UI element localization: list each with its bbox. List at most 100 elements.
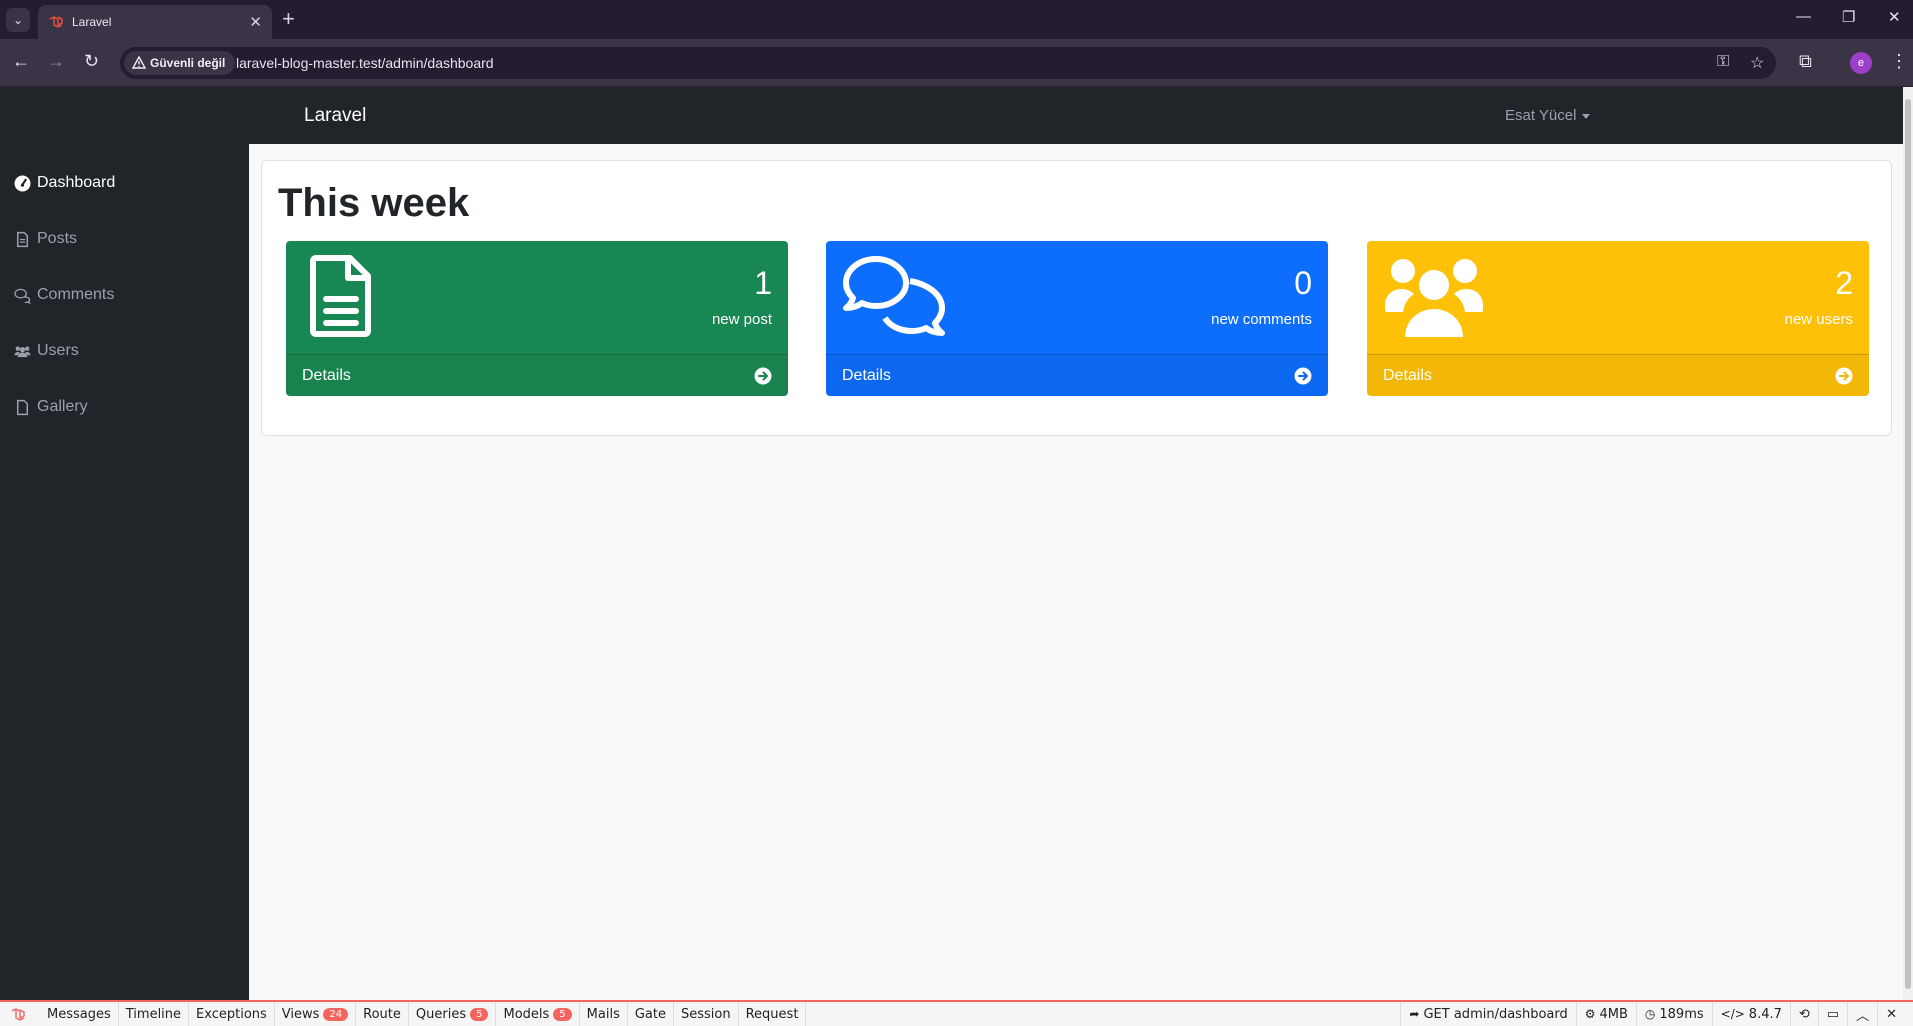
close-icon: ✕ <box>1886 1006 1897 1022</box>
sidebar-item-gallery[interactable]: Gallery <box>14 395 88 419</box>
count-badge: 24 <box>323 1007 349 1021</box>
tab-label: Queries <box>415 1006 467 1022</box>
stat-value: 2 <box>1835 265 1853 301</box>
weekly-stats-card: This week 1 new post Details 0 new comme… <box>261 160 1892 436</box>
browser-menu-icon[interactable]: ⋮ <box>1890 51 1908 72</box>
sidebar-item-label: Comments <box>37 286 115 303</box>
debugbar-tab-exceptions[interactable]: Exceptions <box>189 1002 275 1026</box>
sidebar-item-label: Users <box>37 342 79 359</box>
stat-card-body: 0 new comments <box>826 241 1328 354</box>
sidebar-item-users[interactable]: Users <box>14 339 79 363</box>
arrow-circle-right-icon <box>754 367 772 385</box>
new-tab-button[interactable]: + <box>282 7 295 31</box>
open-folder-button[interactable]: ▭ <box>1817 1002 1847 1026</box>
stat-label: new users <box>1784 311 1853 328</box>
tab-label: Messages <box>47 1006 111 1022</box>
debugbar: Messages Timeline Exceptions Views 24 Rou… <box>0 1000 1913 1026</box>
count-badge: 5 <box>553 1007 572 1021</box>
debugbar-tab-route[interactable]: Route <box>356 1002 409 1026</box>
extensions-puzzle-icon[interactable]: ⧉ <box>1799 51 1812 72</box>
sidebar-item-label: Gallery <box>37 398 88 415</box>
stat-card-body: 2 new users <box>1367 241 1869 354</box>
laravel-favicon-icon <box>49 16 63 28</box>
laravel-logo-icon[interactable] <box>10 1007 28 1023</box>
forward-arrow-icon[interactable]: → <box>47 51 65 72</box>
tab-label: Timeline <box>125 1006 182 1022</box>
debugbar-tab-mails[interactable]: Mails <box>580 1002 628 1026</box>
stat-card-comments: 0 new comments Details <box>826 241 1328 396</box>
stat-label: new comments <box>1211 311 1312 328</box>
debugbar-tab-messages[interactable]: Messages <box>40 1002 119 1026</box>
time-label: 189ms <box>1659 1006 1704 1022</box>
warning-triangle-icon <box>132 56 146 69</box>
profile-avatar[interactable]: e <box>1850 52 1872 74</box>
tab-label: Request <box>745 1006 799 1022</box>
sidebar-item-dashboard[interactable]: Dashboard <box>14 171 115 195</box>
history-icon: ⟲ <box>1798 1006 1810 1022</box>
tab-title: Laravel <box>72 15 112 29</box>
tab-label: Views <box>281 1006 320 1022</box>
stat-label: new post <box>711 311 772 328</box>
stat-card-posts: 1 new post Details <box>286 241 788 396</box>
maximize-button[interactable]: ︿ <box>1847 1002 1877 1026</box>
brand-link[interactable]: Laravel <box>304 105 366 127</box>
restore-icon[interactable]: ❐ <box>1842 8 1855 26</box>
request-indicator[interactable]: ➦ GET admin/dashboard <box>1400 1002 1575 1026</box>
time-indicator: ◷ 189ms <box>1635 1002 1712 1026</box>
tab-label: Gate <box>634 1006 666 1022</box>
debugbar-tab-queries[interactable]: Queries 5 <box>409 1002 497 1026</box>
sidebar-item-posts[interactable]: Posts <box>14 227 77 251</box>
debugbar-tab-models[interactable]: Models 5 <box>496 1002 580 1026</box>
stat-details-link[interactable]: Details <box>1367 354 1869 396</box>
debugbar-close-button[interactable]: ✕ <box>1877 1002 1905 1026</box>
sidebar-item-label: Dashboard <box>37 174 116 191</box>
address-bar[interactable]: Güvenli değil laravel-blog-master.test/a… <box>120 47 1776 79</box>
page-scrollbar[interactable] <box>1903 87 1913 1000</box>
debugbar-tab-timeline[interactable]: Timeline <box>119 1002 190 1026</box>
main-content: This week 1 new post Details 0 new comme… <box>249 144 1903 1000</box>
tab-search-button[interactable]: ⌄ <box>6 8 30 32</box>
comments-icon <box>14 288 31 304</box>
history-button[interactable]: ⟲ <box>1789 1002 1818 1026</box>
comments-icon <box>843 256 945 336</box>
tab-label: Mails <box>586 1006 620 1022</box>
browser-tab-bar: ⌄ Laravel ✕ + — ❐ ✕ <box>0 0 1913 39</box>
window-close-icon[interactable]: ✕ <box>1888 8 1901 26</box>
arrow-circle-right-icon <box>1835 367 1853 385</box>
memory-indicator: ⚙ 4MB <box>1575 1002 1636 1026</box>
password-key-icon[interactable]: ⚿ <box>1717 53 1729 71</box>
stat-details-link[interactable]: Details <box>826 354 1328 396</box>
stat-card-users: 2 new users Details <box>1367 241 1869 396</box>
request-label: GET admin/dashboard <box>1423 1006 1568 1022</box>
tab-close-icon[interactable]: ✕ <box>249 13 262 31</box>
sidebar-item-label: Posts <box>37 230 78 247</box>
users-icon <box>1385 259 1483 337</box>
url-text[interactable]: laravel-blog-master.test/admin/dashboard <box>236 55 494 71</box>
php-version-indicator: </> 8.4.7 <box>1711 1002 1790 1026</box>
stat-value: 1 <box>754 265 772 301</box>
sidebar: Dashboard Posts Comments Users Gallery <box>0 144 249 1000</box>
tab-label: Models <box>503 1006 550 1022</box>
code-icon: </> <box>1720 1007 1745 1021</box>
stat-details-link[interactable]: Details <box>286 354 788 396</box>
back-arrow-icon[interactable]: ← <box>12 51 30 72</box>
debugbar-tab-gate[interactable]: Gate <box>628 1002 674 1026</box>
details-label: Details <box>842 367 891 384</box>
app-navbar: Laravel Esat Yücel <box>0 87 1913 144</box>
sidebar-item-comments[interactable]: Comments <box>14 283 114 307</box>
stat-value: 0 <box>1294 265 1312 301</box>
debugbar-tab-request[interactable]: Request <box>739 1002 807 1026</box>
debugbar-indicators: ➦ GET admin/dashboard ⚙ 4MB ◷ 189ms </> 8.4.… <box>1400 1002 1905 1026</box>
browser-tab[interactable]: Laravel ✕ <box>38 5 272 39</box>
user-dropdown[interactable]: Esat Yücel <box>1505 107 1591 124</box>
reload-icon[interactable]: ↻ <box>84 51 99 72</box>
bookmark-star-icon[interactable]: ☆ <box>1750 53 1764 73</box>
scrollbar-thumb[interactable] <box>1905 99 1911 989</box>
debugbar-tab-session[interactable]: Session <box>674 1002 739 1026</box>
debugbar-tab-views[interactable]: Views 24 <box>275 1002 357 1026</box>
chevron-up-icon: ︿ <box>1856 1008 1870 1024</box>
cogs-icon: ⚙ <box>1584 1007 1596 1021</box>
minimize-icon[interactable]: — <box>1796 8 1811 25</box>
security-chip[interactable]: Güvenli değil <box>124 51 236 75</box>
stat-card-body: 1 new post <box>286 241 788 354</box>
